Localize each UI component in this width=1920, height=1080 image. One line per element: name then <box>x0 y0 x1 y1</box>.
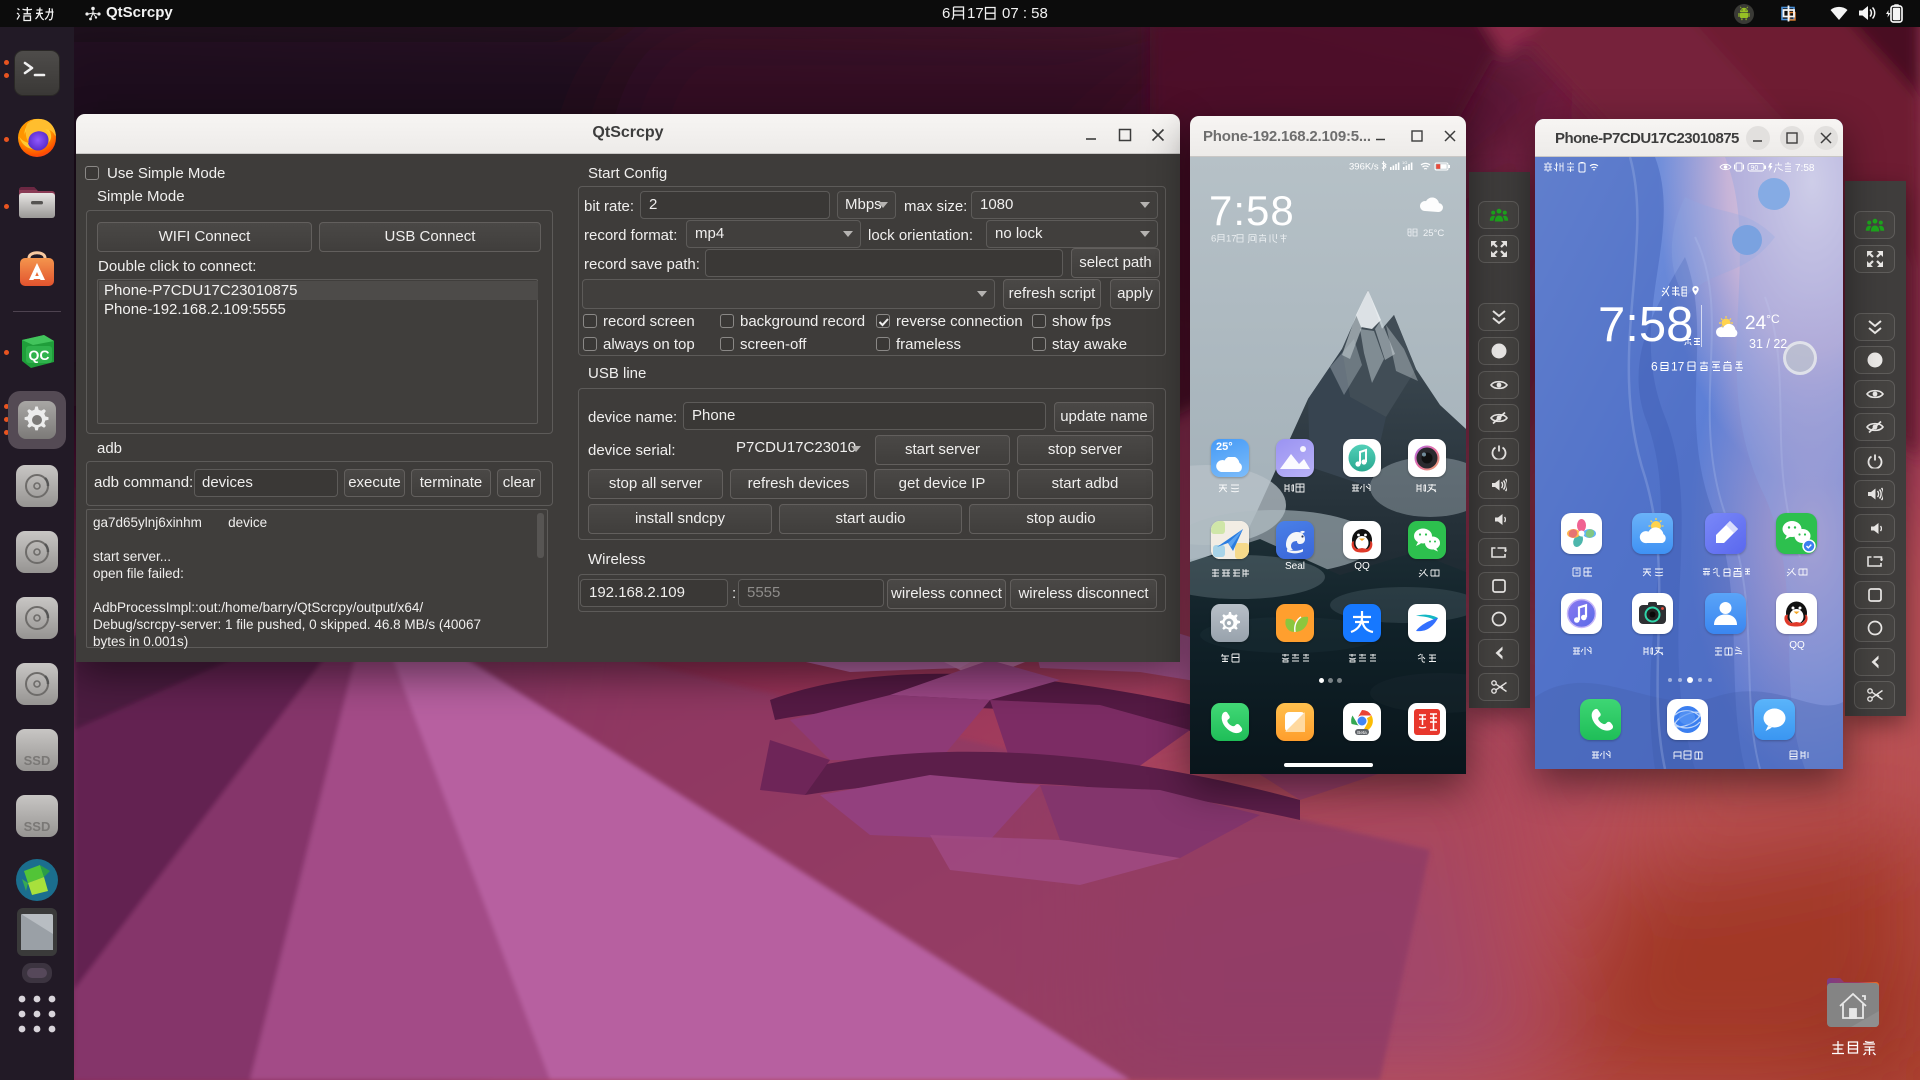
svg-text:6: 6 <box>942 5 950 22</box>
svg-text:6: 6 <box>1651 360 1658 372</box>
svg-text:17: 17 <box>967 5 984 22</box>
svg-text:SSD: SSD <box>24 753 51 768</box>
svg-text:17: 17 <box>1671 360 1685 372</box>
svg-text:07 : 58: 07 : 58 <box>1002 5 1048 22</box>
svg-text:Beta: Beta <box>1357 730 1367 735</box>
